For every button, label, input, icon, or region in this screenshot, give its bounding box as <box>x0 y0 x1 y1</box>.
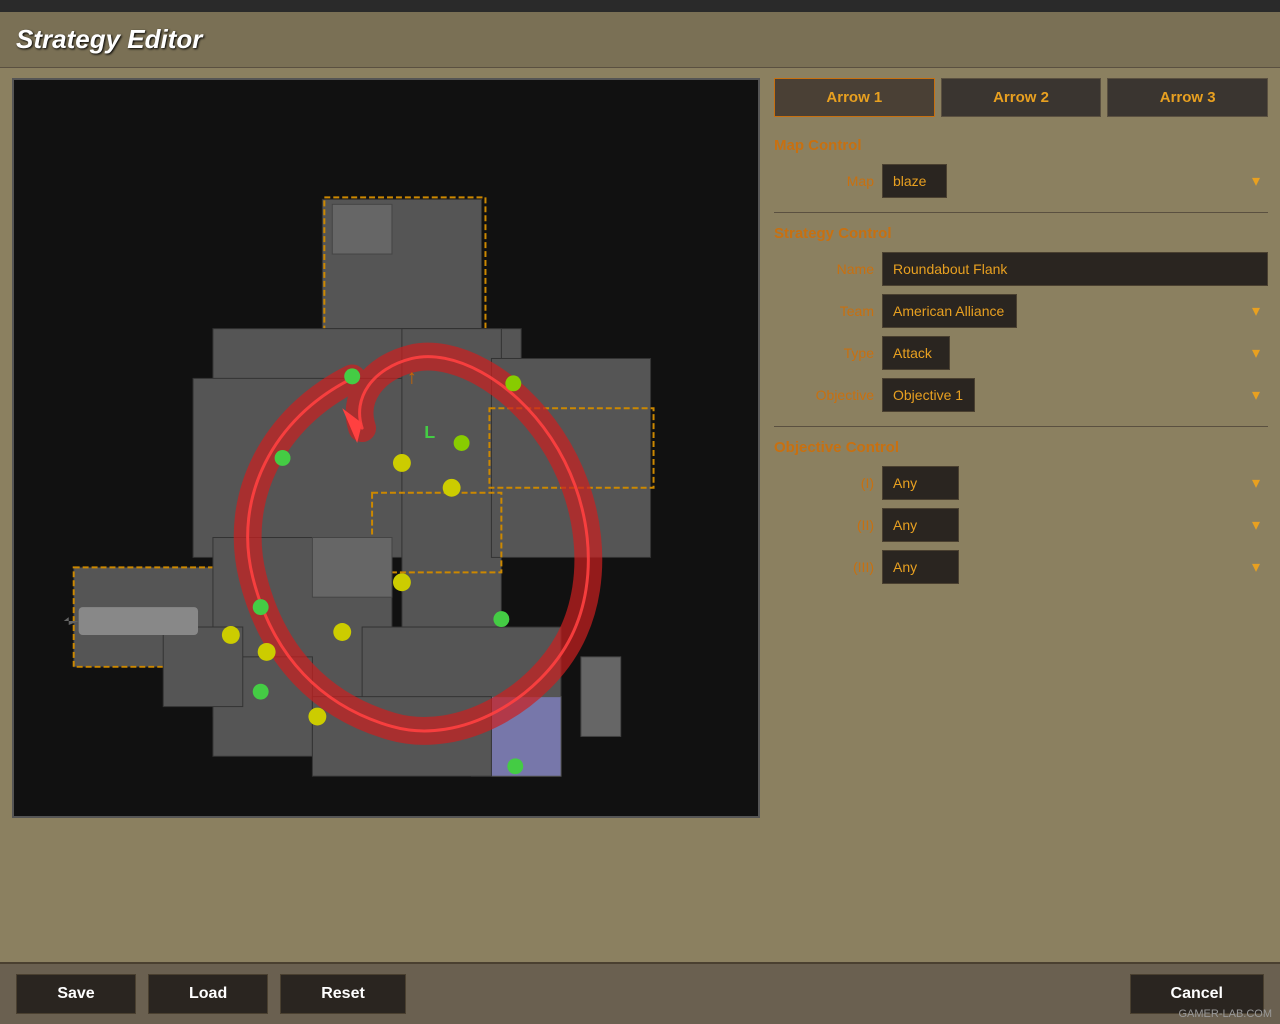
obj-iii-select-wrapper: Any Option A Option B <box>882 550 1268 584</box>
map-label: Map <box>774 173 874 189</box>
name-input[interactable] <box>882 252 1268 286</box>
divider-1 <box>774 212 1268 213</box>
top-bar <box>0 0 1280 12</box>
type-control-row: Type Attack Defend Flank <box>774 336 1268 370</box>
ydot-4[interactable] <box>333 623 351 641</box>
objective-control-row: Objective Objective 1 Objective 2 Object… <box>774 378 1268 412</box>
map-l-marker: L <box>424 422 435 442</box>
map-svg: ↑ L <box>14 80 758 816</box>
team-select[interactable]: American Alliance Team B Team C <box>882 294 1017 328</box>
dot-1[interactable] <box>344 368 360 384</box>
obj-ii-row: (II) Any Option A Option B <box>774 508 1268 542</box>
type-label: Type <box>774 345 874 361</box>
arrow-buttons-container: Arrow 1 Arrow 2 Arrow 3 <box>774 78 1268 117</box>
objective-select-wrapper: Objective 1 Objective 2 Objective 3 <box>882 378 1268 412</box>
type-select-wrapper: Attack Defend Flank <box>882 336 1268 370</box>
arrow-1-button[interactable]: Arrow 1 <box>774 78 935 117</box>
save-button[interactable]: Save <box>16 974 136 1014</box>
arrow-2-button[interactable]: Arrow 2 <box>941 78 1102 117</box>
name-control-row: Name <box>774 252 1268 286</box>
strategy-control-label: Strategy Control <box>774 225 1268 242</box>
obj-i-select[interactable]: Any Option A Option B <box>882 466 959 500</box>
team-control-row: Team American Alliance Team B Team C <box>774 294 1268 328</box>
obj-ii-label: (II) <box>774 517 874 533</box>
map-control-row: Map blaze dust2 inferno nuke mirage <box>774 164 1268 198</box>
name-label: Name <box>774 261 874 277</box>
ydot-7[interactable] <box>222 626 240 644</box>
right-panel: Arrow 1 Arrow 2 Arrow 3 Map Control Map … <box>774 78 1268 952</box>
obj-ii-select-wrapper: Any Option A Option B <box>882 508 1268 542</box>
title-bar: Strategy Editor <box>0 12 1280 68</box>
reset-button[interactable]: Reset <box>280 974 406 1014</box>
divider-2 <box>774 426 1268 427</box>
page-title: Strategy Editor <box>16 24 1264 55</box>
ydot-5[interactable] <box>308 708 326 726</box>
obj-i-select-wrapper: Any Option A Option B <box>882 466 1268 500</box>
footer-bar: Save Load Reset Cancel <box>0 962 1280 1024</box>
ydot-6[interactable] <box>258 643 276 661</box>
obj-i-label: (I) <box>774 475 874 491</box>
watermark: GAMER-LAB.COM <box>1178 1008 1272 1020</box>
map-arrow-indicator: ↑ <box>407 366 417 388</box>
map-section: ↑ L <box>12 78 760 952</box>
content-area: ↑ L Arrow 1 Arrow 2 Arrow 3 Map Control <box>0 68 1280 962</box>
arrow-3-button[interactable]: Arrow 3 <box>1107 78 1268 117</box>
objective-select[interactable]: Objective 1 Objective 2 Objective 3 <box>882 378 975 412</box>
ydot-1[interactable] <box>393 454 411 472</box>
dot-2[interactable] <box>275 450 291 466</box>
objective-label: Objective <box>774 387 874 403</box>
ldot-2[interactable] <box>454 435 470 451</box>
load-button[interactable]: Load <box>148 974 268 1014</box>
obj-iii-select[interactable]: Any Option A Option B <box>882 550 959 584</box>
ydot-2[interactable] <box>443 479 461 497</box>
dot-3[interactable] <box>253 599 269 615</box>
map-control-label: Map Control <box>774 137 1268 154</box>
team-label: Team <box>774 303 874 319</box>
obj-ii-select[interactable]: Any Option A Option B <box>882 508 959 542</box>
dot-4[interactable] <box>253 684 269 700</box>
objective-control-label: Objective Control <box>774 439 1268 456</box>
obj-iii-label: (III) <box>774 559 874 575</box>
ydot-3[interactable] <box>393 573 411 591</box>
team-select-wrapper: American Alliance Team B Team C <box>882 294 1268 328</box>
obj-iii-row: (III) Any Option A Option B <box>774 550 1268 584</box>
ldot-1[interactable] <box>505 375 521 391</box>
dot-5[interactable] <box>507 758 523 774</box>
map-weapon <box>79 607 198 635</box>
obj-i-row: (I) Any Option A Option B <box>774 466 1268 500</box>
dot-6[interactable] <box>493 611 509 627</box>
map-canvas[interactable]: ↑ L <box>12 78 760 818</box>
main-container: Strategy Editor <box>0 12 1280 1024</box>
type-select[interactable]: Attack Defend Flank <box>882 336 950 370</box>
map-select-wrapper: blaze dust2 inferno nuke mirage <box>882 164 1268 198</box>
map-select[interactable]: blaze dust2 inferno nuke mirage <box>882 164 947 198</box>
